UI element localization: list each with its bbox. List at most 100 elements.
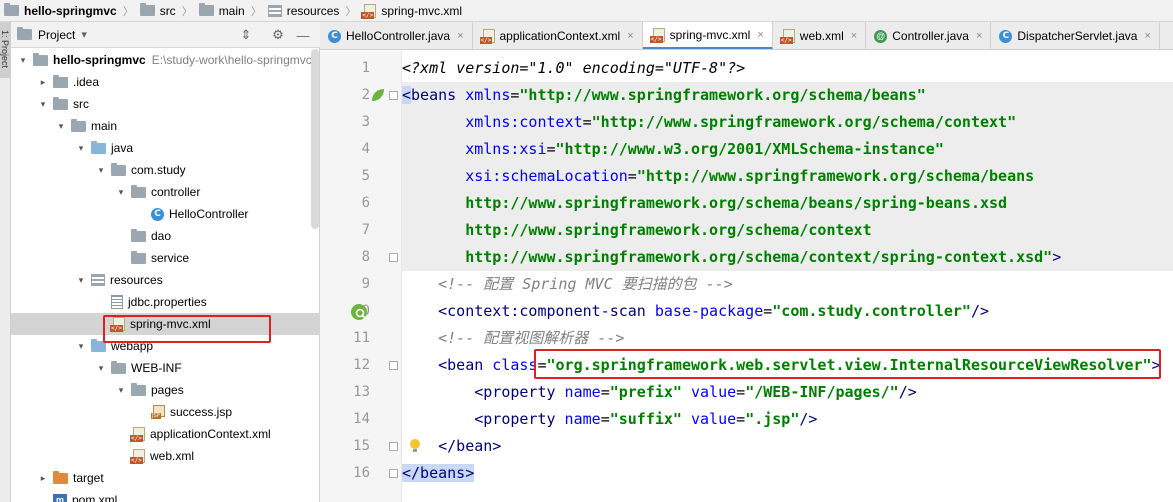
chevron-down-icon[interactable]: ▾ bbox=[55, 121, 67, 132]
tree-node[interactable]: ▾ java bbox=[11, 137, 320, 159]
tree-node[interactable]: ▾ pages bbox=[11, 379, 320, 401]
code-token: "http://www.springframework.org/schema/b… bbox=[519, 86, 926, 104]
tree-node[interactable]: dao bbox=[11, 225, 320, 247]
chevron-down-icon[interactable]: ▾ bbox=[95, 363, 107, 374]
chevron-down-icon[interactable]: ▾ bbox=[115, 385, 127, 396]
tree-node[interactable]: C HelloController bbox=[11, 203, 320, 225]
close-icon[interactable]: × bbox=[851, 30, 857, 42]
chevron-down-icon[interactable]: ▾ bbox=[75, 143, 87, 154]
gear-icon[interactable]: ⚙ bbox=[269, 26, 287, 44]
code-token: http://www.springframework.org/schema/co… bbox=[402, 221, 872, 239]
code-editor[interactable]: 12345678910111213141516 <?xml version="1… bbox=[320, 51, 1173, 502]
project-view-selector[interactable]: Project bbox=[38, 28, 75, 42]
tree-node[interactable]: ▾ resources bbox=[11, 269, 320, 291]
tree-node[interactable]: web.xml bbox=[11, 445, 320, 467]
chevron-down-icon[interactable]: ▾ bbox=[75, 341, 87, 352]
tree-node[interactable]: ▸ .idea bbox=[11, 71, 320, 93]
breadcrumb-label: hello-springmvc bbox=[24, 3, 117, 18]
editor-tab[interactable]: web.xml × bbox=[773, 22, 867, 49]
code-line[interactable]: xsi:schemaLocation="http://www.springfra… bbox=[402, 163, 1173, 190]
tree-node[interactable]: ▾ WEB-INF bbox=[11, 357, 320, 379]
close-icon[interactable]: × bbox=[627, 30, 633, 42]
close-icon[interactable]: × bbox=[457, 30, 463, 42]
fold-marker-icon[interactable] bbox=[389, 469, 398, 478]
breadcrumb-item[interactable]: main bbox=[198, 3, 245, 18]
close-icon[interactable]: × bbox=[757, 29, 763, 41]
package-icon bbox=[131, 250, 146, 264]
project-icon bbox=[17, 27, 32, 40]
spring-search-icon[interactable] bbox=[350, 303, 370, 324]
fold-marker-icon[interactable] bbox=[389, 253, 398, 262]
breadcrumb-item[interactable]: src bbox=[139, 3, 176, 18]
tree-node[interactable]: ▾ controller bbox=[11, 181, 320, 203]
chevron-down-icon[interactable]: ▾ bbox=[95, 165, 107, 176]
code-area[interactable]: <?xml version="1.0" encoding="UTF-8"?> <b… bbox=[402, 51, 1173, 502]
chevron-down-icon[interactable]: ▾ bbox=[75, 275, 87, 286]
fold-marker-icon[interactable] bbox=[389, 91, 398, 100]
tree-node[interactable]: jdbc.properties bbox=[11, 291, 320, 313]
tree-node[interactable]: ▾ main bbox=[11, 115, 320, 137]
code-line[interactable]: </bean> bbox=[402, 433, 1173, 460]
code-line[interactable]: http://www.springframework.org/schema/be… bbox=[402, 190, 1173, 217]
code-token: <property bbox=[474, 410, 556, 428]
code-line[interactable]: <property name="prefix" value="/WEB-INF/… bbox=[402, 379, 1173, 406]
fold-marker-icon[interactable] bbox=[389, 361, 398, 370]
tree-node[interactable]: ▾ hello-springmvc E:\study-work\hello-spri… bbox=[11, 49, 320, 71]
code-line[interactable]: http://www.springframework.org/schema/co… bbox=[402, 244, 1173, 271]
tree-node-label: pom.xml bbox=[72, 493, 118, 502]
editor-tab[interactable]: C HelloController.java × bbox=[320, 22, 473, 49]
breadcrumb-item[interactable]: resources bbox=[267, 3, 340, 18]
chevron-down-icon[interactable]: ▾ bbox=[37, 99, 49, 110]
code-line[interactable]: xmlns:xsi="http://www.w3.org/2001/XMLSch… bbox=[402, 136, 1173, 163]
code-line[interactable]: <!-- 配置视图解析器 --> bbox=[402, 325, 1173, 352]
code-line[interactable]: http://www.springframework.org/schema/co… bbox=[402, 217, 1173, 244]
code-token: xmlns:context bbox=[465, 113, 583, 131]
project-tool-label: 1: Project bbox=[0, 29, 10, 69]
xml-file-icon bbox=[479, 29, 495, 44]
collapse-all-icon[interactable]: ⇕ bbox=[237, 26, 255, 44]
code-line[interactable]: <?xml version="1.0" encoding="UTF-8"?> bbox=[402, 55, 1173, 82]
chevron-down-icon[interactable]: ▾ bbox=[17, 55, 29, 66]
close-icon[interactable]: × bbox=[976, 30, 982, 42]
close-icon[interactable]: × bbox=[1144, 30, 1150, 42]
tree-node[interactable]: success.jsp bbox=[11, 401, 320, 423]
breadcrumb: hello-springmvc 〉 src 〉 main 〉 resources 〉 sprin… bbox=[0, 0, 1173, 22]
tree-node-label: HelloController bbox=[169, 207, 249, 221]
chevron-right-icon[interactable]: ▸ bbox=[37, 473, 49, 484]
code-token: = bbox=[627, 167, 637, 185]
hide-panel-icon[interactable]: — bbox=[294, 26, 312, 44]
editor-tab[interactable]: C DispatcherServlet.java × bbox=[991, 22, 1160, 49]
breadcrumb-item[interactable]: hello-springmvc bbox=[4, 3, 117, 18]
code-line[interactable]: <property name="suffix" value=".jsp"/> bbox=[402, 406, 1173, 433]
tree-highlight-box bbox=[103, 315, 271, 343]
code-token: /> bbox=[898, 383, 917, 401]
tree-node[interactable]: ▾ com.study bbox=[11, 159, 320, 181]
code-line[interactable]: <context:component-scan base-package="co… bbox=[402, 298, 1173, 325]
project-tool-button[interactable]: 1: Project bbox=[0, 22, 11, 78]
code-line[interactable]: <beans xmlns="http://www.springframework… bbox=[402, 82, 1173, 109]
editor-tab[interactable]: @ Controller.java × bbox=[866, 22, 992, 49]
tree-node[interactable]: m pom.xml bbox=[11, 489, 320, 502]
tree-scrollbar[interactable] bbox=[311, 49, 319, 229]
editor-tab[interactable]: spring-mvc.xml × bbox=[642, 22, 773, 49]
code-line[interactable]: <!-- 配置 Spring MVC 要扫描的包 --> bbox=[402, 271, 1173, 298]
chevron-down-icon[interactable]: ▾ bbox=[115, 187, 127, 198]
breadcrumb-label: src bbox=[159, 3, 176, 18]
chevron-down-icon[interactable]: ▾ bbox=[81, 28, 87, 41]
tree-node[interactable]: service bbox=[11, 247, 320, 269]
editor-tab[interactable]: applicationContext.xml × bbox=[473, 22, 643, 49]
fold-marker-icon[interactable] bbox=[389, 442, 398, 451]
tree-node[interactable]: ▸ target bbox=[11, 467, 320, 489]
breadcrumb-label: main bbox=[218, 3, 245, 18]
breadcrumb-item[interactable]: spring-mvc.xml bbox=[361, 3, 462, 19]
tree-node[interactable]: applicationContext.xml bbox=[11, 423, 320, 445]
spring-bean-icon[interactable] bbox=[370, 87, 386, 106]
tree-node-label: src bbox=[73, 97, 89, 111]
code-line[interactable]: </beans> bbox=[402, 460, 1173, 487]
tree-node-label: resources bbox=[110, 273, 163, 287]
chevron-right-icon[interactable]: ▸ bbox=[37, 77, 49, 88]
tree-node[interactable]: ▾ src bbox=[11, 93, 320, 115]
code-line[interactable]: xmlns:context="http://www.springframewor… bbox=[402, 109, 1173, 136]
breadcrumb-label: resources bbox=[286, 3, 340, 18]
